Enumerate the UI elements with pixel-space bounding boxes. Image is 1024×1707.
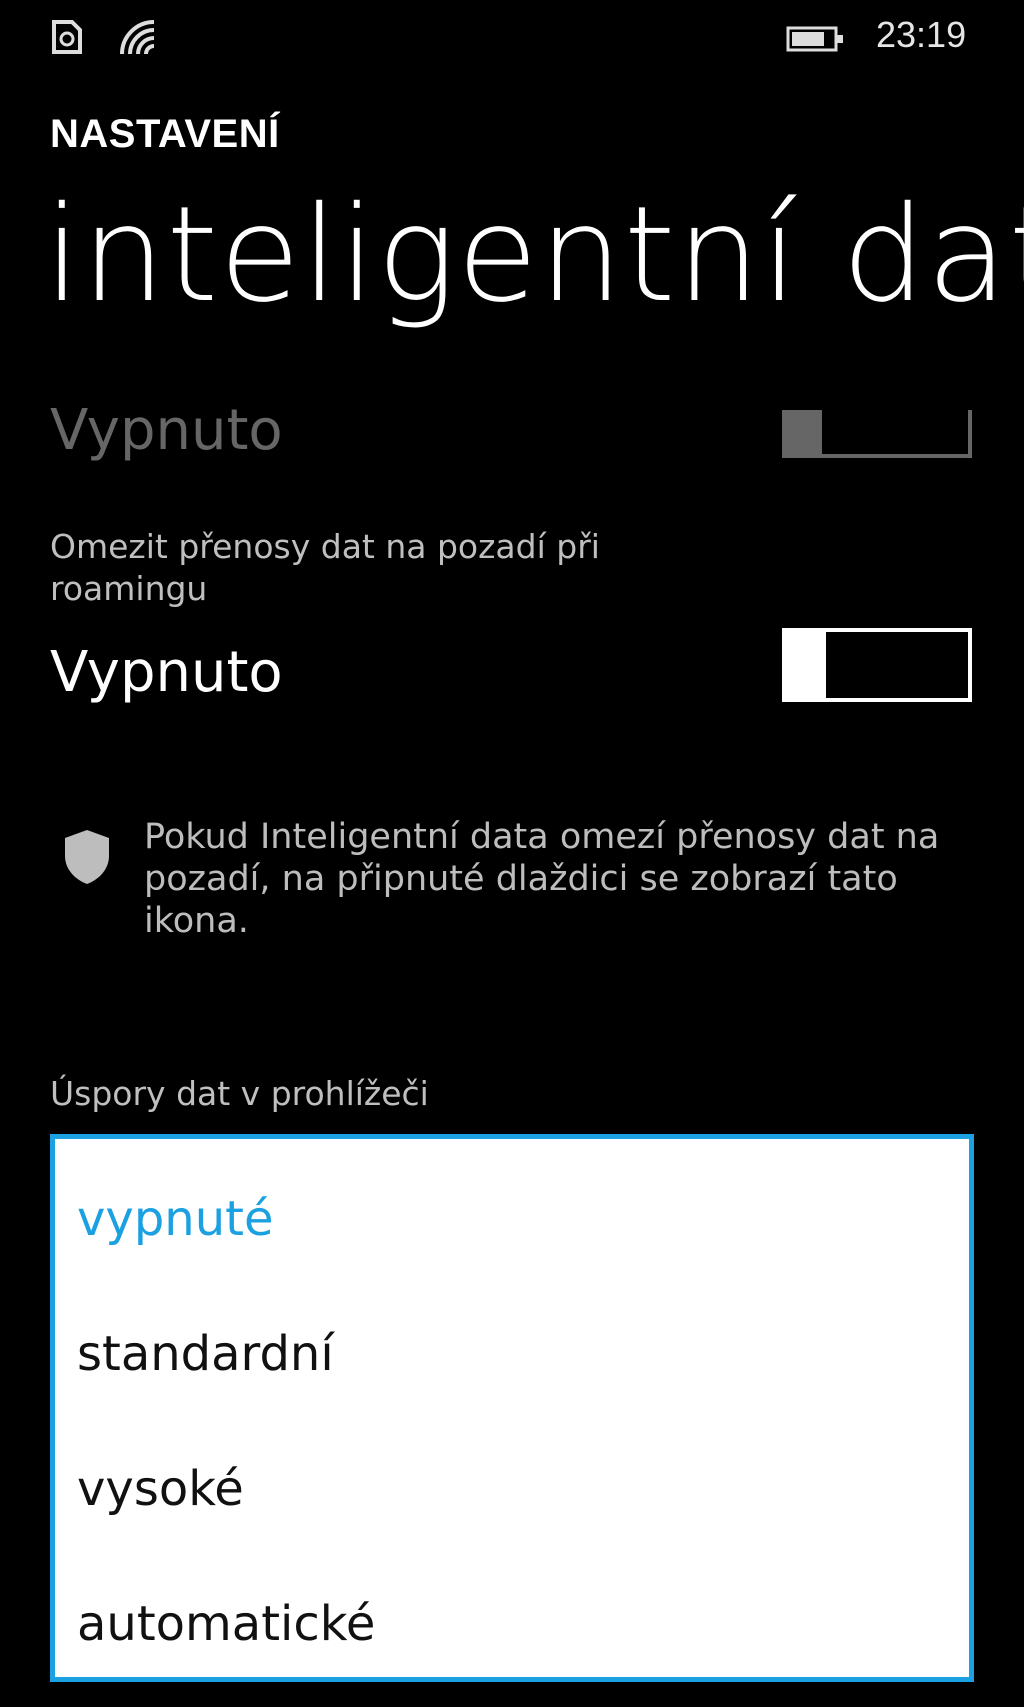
battery-icon	[786, 26, 843, 52]
option-automaticke[interactable]: automatické	[77, 1596, 375, 1652]
option-standardni[interactable]: standardní	[77, 1326, 334, 1382]
toggle-track	[818, 628, 972, 702]
clock: 23:19	[876, 14, 967, 55]
browser-savings-label: Úspory dat v prohlížeči	[50, 1074, 429, 1113]
option-vypnute[interactable]: vypnuté	[77, 1191, 273, 1247]
page-title: inteligentní dat	[44, 178, 1024, 332]
toggle-thumb	[782, 410, 822, 458]
roaming-toggle-switch[interactable]	[782, 628, 972, 702]
main-toggle-switch	[782, 410, 972, 484]
option-vysoke[interactable]: vysoké	[77, 1461, 244, 1517]
shield-icon	[65, 830, 109, 884]
toggle-track	[818, 410, 972, 458]
wifi-icon	[120, 20, 155, 55]
app-title: NASTAVENÍ	[50, 112, 280, 156]
info-text: Pokud Inteligentní data omezí přenosy da…	[144, 817, 940, 941]
main-toggle-state: Vypnuto	[50, 398, 283, 463]
sim-icon	[52, 20, 82, 54]
roaming-setting-label: Omezit přenosy dat na pozadí při roaming…	[50, 527, 600, 608]
roaming-toggle-state: Vypnuto	[50, 640, 283, 705]
status-bar: 23:19	[0, 0, 1024, 78]
browser-savings-picker: vypnuté standardní vysoké automatické	[50, 1134, 974, 1682]
